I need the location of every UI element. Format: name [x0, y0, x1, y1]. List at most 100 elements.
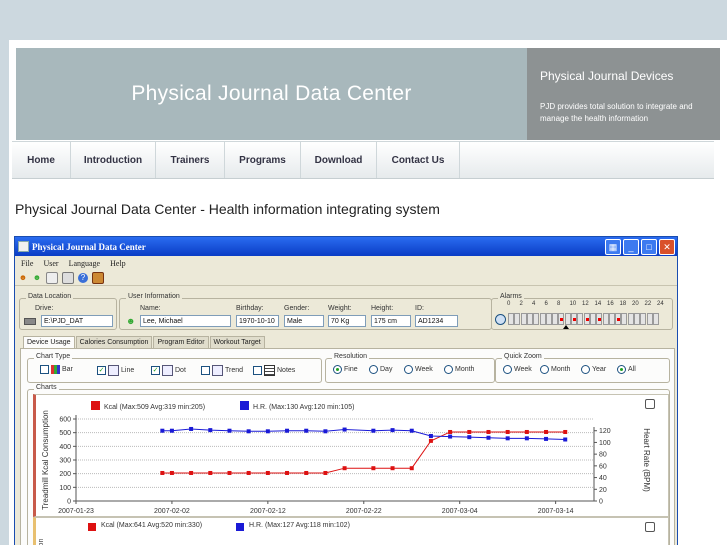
- resolution-week[interactable]: Week: [404, 365, 433, 374]
- month-radio[interactable]: [444, 365, 453, 374]
- close-button[interactable]: ✕: [659, 239, 675, 255]
- add-user-icon[interactable]: ☻: [32, 273, 42, 283]
- help-icon[interactable]: ?: [78, 272, 88, 283]
- chart-type-trend[interactable]: Trend: [201, 365, 243, 376]
- print-preview-icon[interactable]: [46, 271, 58, 284]
- zoom-all-radio[interactable]: [617, 365, 626, 374]
- bar-label: Bar: [62, 366, 73, 373]
- weight-field[interactable]: 70 Kg: [328, 315, 366, 327]
- alarm-slot[interactable]: [533, 313, 540, 325]
- alarm-slot[interactable]: [602, 313, 609, 325]
- chart2-checkbox[interactable]: [645, 522, 655, 532]
- zoom-week-radio[interactable]: [503, 365, 512, 374]
- hr-point: [246, 429, 251, 434]
- zoom-all[interactable]: All: [617, 365, 636, 374]
- alarm-slot[interactable]: [564, 313, 571, 325]
- line-checkbox[interactable]: ✓: [97, 366, 106, 375]
- zoom-year[interactable]: Year: [581, 365, 606, 374]
- gender-field[interactable]: Male: [284, 315, 324, 327]
- alarm-slot[interactable]: [583, 313, 590, 325]
- alarm-set-marker: [560, 318, 564, 321]
- right-tick-label: 40: [599, 475, 607, 482]
- alarm-slot[interactable]: [526, 313, 533, 325]
- user-icon[interactable]: ☻: [18, 273, 28, 283]
- notes-checkbox[interactable]: [253, 366, 262, 375]
- print-icon[interactable]: [62, 271, 74, 284]
- zoom-month-radio[interactable]: [540, 365, 549, 374]
- alarm-slot[interactable]: [627, 313, 634, 325]
- menu-user[interactable]: User: [43, 259, 58, 268]
- chart-type-line[interactable]: ✓ Line: [97, 365, 134, 376]
- day-radio[interactable]: [369, 365, 378, 374]
- zoom-month[interactable]: Month: [540, 365, 570, 374]
- fine-radio[interactable]: [333, 365, 342, 374]
- alarm-clock-icon[interactable]: [495, 314, 506, 325]
- menu-language[interactable]: Language: [69, 259, 101, 268]
- alarm-slot[interactable]: [646, 313, 653, 325]
- right-tick-label: 20: [599, 487, 607, 494]
- hr-point: [169, 428, 174, 433]
- id-field[interactable]: AD1234: [415, 315, 458, 327]
- page-heading: Physical Journal Data Center - Health in…: [15, 201, 440, 217]
- alarm-set-marker: [585, 318, 589, 321]
- alarm-slot[interactable]: [621, 313, 628, 325]
- right-tick-label: 80: [599, 452, 607, 459]
- kcal-point: [409, 466, 414, 471]
- nav-download[interactable]: Download: [301, 142, 377, 178]
- alarm-slot[interactable]: [615, 313, 622, 325]
- alarm-slot[interactable]: [558, 313, 565, 325]
- chart-type-notes[interactable]: Notes: [253, 365, 295, 376]
- alarm-slot[interactable]: [545, 313, 552, 325]
- trend-checkbox[interactable]: [201, 366, 210, 375]
- nav-contact-us[interactable]: Contact Us: [377, 142, 460, 178]
- nav-programs[interactable]: Programs: [225, 142, 301, 178]
- alarm-slot[interactable]: [634, 313, 640, 325]
- alarm-slot[interactable]: [552, 313, 559, 325]
- chart-type-bar[interactable]: Bar: [40, 365, 73, 374]
- alarm-slot[interactable]: [520, 313, 527, 325]
- birthday-field[interactable]: 1970-10-10: [236, 315, 279, 327]
- chart-type-dot[interactable]: ✓ Dot: [151, 365, 186, 376]
- name-field[interactable]: Lee, Michael: [140, 315, 231, 327]
- nav-introduction[interactable]: Introduction: [71, 142, 156, 178]
- dot-checkbox[interactable]: ✓: [151, 366, 160, 375]
- zoom-year-radio[interactable]: [581, 365, 590, 374]
- site-banner: Physical Journal Data Center: [16, 48, 527, 140]
- minimize-button[interactable]: _: [623, 239, 639, 255]
- weight-label: Weight:: [328, 305, 352, 312]
- week-radio[interactable]: [404, 365, 413, 374]
- alarm-slot[interactable]: [596, 313, 603, 325]
- chart1-checkbox[interactable]: [645, 399, 655, 409]
- kcal-point: [160, 470, 165, 475]
- chart2-hr-legend: H.R. (Max:127 Avg:118 min:102): [249, 522, 350, 529]
- resolution-month[interactable]: Month: [444, 365, 474, 374]
- alarm-slot[interactable]: [577, 313, 584, 325]
- drive-field[interactable]: E:\PJD_DAT: [41, 315, 113, 327]
- hr-point: [304, 428, 309, 433]
- line-label: Line: [121, 367, 135, 374]
- alarm-slot[interactable]: [539, 313, 546, 325]
- alarm-slot[interactable]: [514, 313, 521, 325]
- bar-checkbox[interactable]: [40, 365, 49, 374]
- chart2-left-label: ion: [38, 538, 45, 545]
- alarm-slot[interactable]: [571, 313, 577, 325]
- resolution-fine[interactable]: Fine: [333, 365, 358, 374]
- nav-trainers[interactable]: Trainers: [156, 142, 225, 178]
- menu-file[interactable]: File: [21, 259, 33, 268]
- height-field[interactable]: 175 cm: [371, 315, 411, 327]
- grid-icon[interactable]: ▦: [605, 239, 621, 255]
- nav-home[interactable]: Home: [12, 142, 71, 178]
- alarm-slot[interactable]: [652, 313, 659, 325]
- user-info-legend: User Information: [126, 293, 182, 300]
- alarm-slot[interactable]: [640, 313, 647, 325]
- maximize-button[interactable]: □: [641, 239, 657, 255]
- book-icon[interactable]: [92, 271, 104, 284]
- menu-help[interactable]: Help: [110, 259, 126, 268]
- line-chart-icon: [108, 365, 119, 376]
- hr-point: [524, 436, 529, 441]
- alarm-slot[interactable]: [508, 313, 514, 325]
- alarm-slot[interactable]: [589, 313, 596, 325]
- zoom-week[interactable]: Week: [503, 365, 532, 374]
- alarm-slot[interactable]: [608, 313, 615, 325]
- resolution-day[interactable]: Day: [369, 365, 392, 374]
